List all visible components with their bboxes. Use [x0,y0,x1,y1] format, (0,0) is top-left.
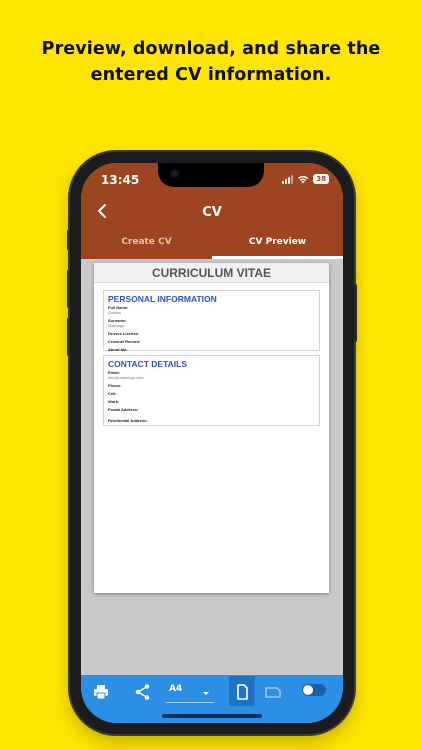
wifi-icon [298,175,309,183]
portrait-page-button[interactable] [232,682,252,702]
tab-create-cv[interactable]: Create CV [81,237,212,247]
phone-screen: 13:45 38 CV Create CV CV Preview CURRICU… [81,163,343,723]
dropdown-icon[interactable] [199,685,213,699]
status-time: 13:45 [101,173,140,187]
landscape-page-icon [265,687,281,698]
mute-switch [67,230,70,250]
contact-details-section: CONTACT DETAILS Email: info@mashego.com … [103,355,320,426]
print-button[interactable] [91,682,111,702]
paper-size-underline [166,702,214,703]
portrait-page-icon [237,684,248,700]
section-heading: CONTACT DETAILS [108,359,188,369]
camera-icon [170,169,179,178]
toggle-knob [303,685,313,695]
app-bar: 13:45 38 CV Create CV CV Preview [81,163,343,259]
status-icons: 38 [282,174,329,184]
cv-title: CURRICULUM VITAE [94,263,329,283]
volume-up-button [67,270,70,308]
section-heading: PERSONAL INFORMATION [108,294,217,304]
home-indicator [162,714,262,718]
promo-headline: Preview, download, and share the entered… [0,36,422,88]
page-title: CV [202,205,222,220]
promo-headline-line2: entered CV information. [90,65,332,85]
volume-down-button [67,318,70,356]
cv-page: CURRICULUM VITAE PERSONAL INFORMATION Fu… [94,263,329,593]
pdf-preview-area[interactable]: CURRICULUM VITAE PERSONAL INFORMATION Fu… [81,259,343,675]
landscape-page-button[interactable] [263,682,283,702]
personal-information-section: PERSONAL INFORMATION Full Name: Golden S… [103,290,320,352]
battery-icon: 38 [313,174,329,184]
tab-cv-preview[interactable]: CV Preview [212,237,343,247]
pdf-toolbar: A4 [81,675,343,723]
signal-icon [282,174,294,184]
promo-headline-line1: Preview, download, and share the [41,39,381,59]
toggle-switch[interactable] [302,684,326,696]
print-icon [94,685,108,700]
share-icon [135,684,150,700]
power-button [354,284,357,342]
paper-size-value: A4 [169,684,183,694]
phone-frame: 13:45 38 CV Create CV CV Preview CURRICU… [67,152,357,734]
share-button[interactable] [133,682,153,702]
field-label: Residential Address: [108,418,148,423]
field-label: About Me: [108,347,128,352]
